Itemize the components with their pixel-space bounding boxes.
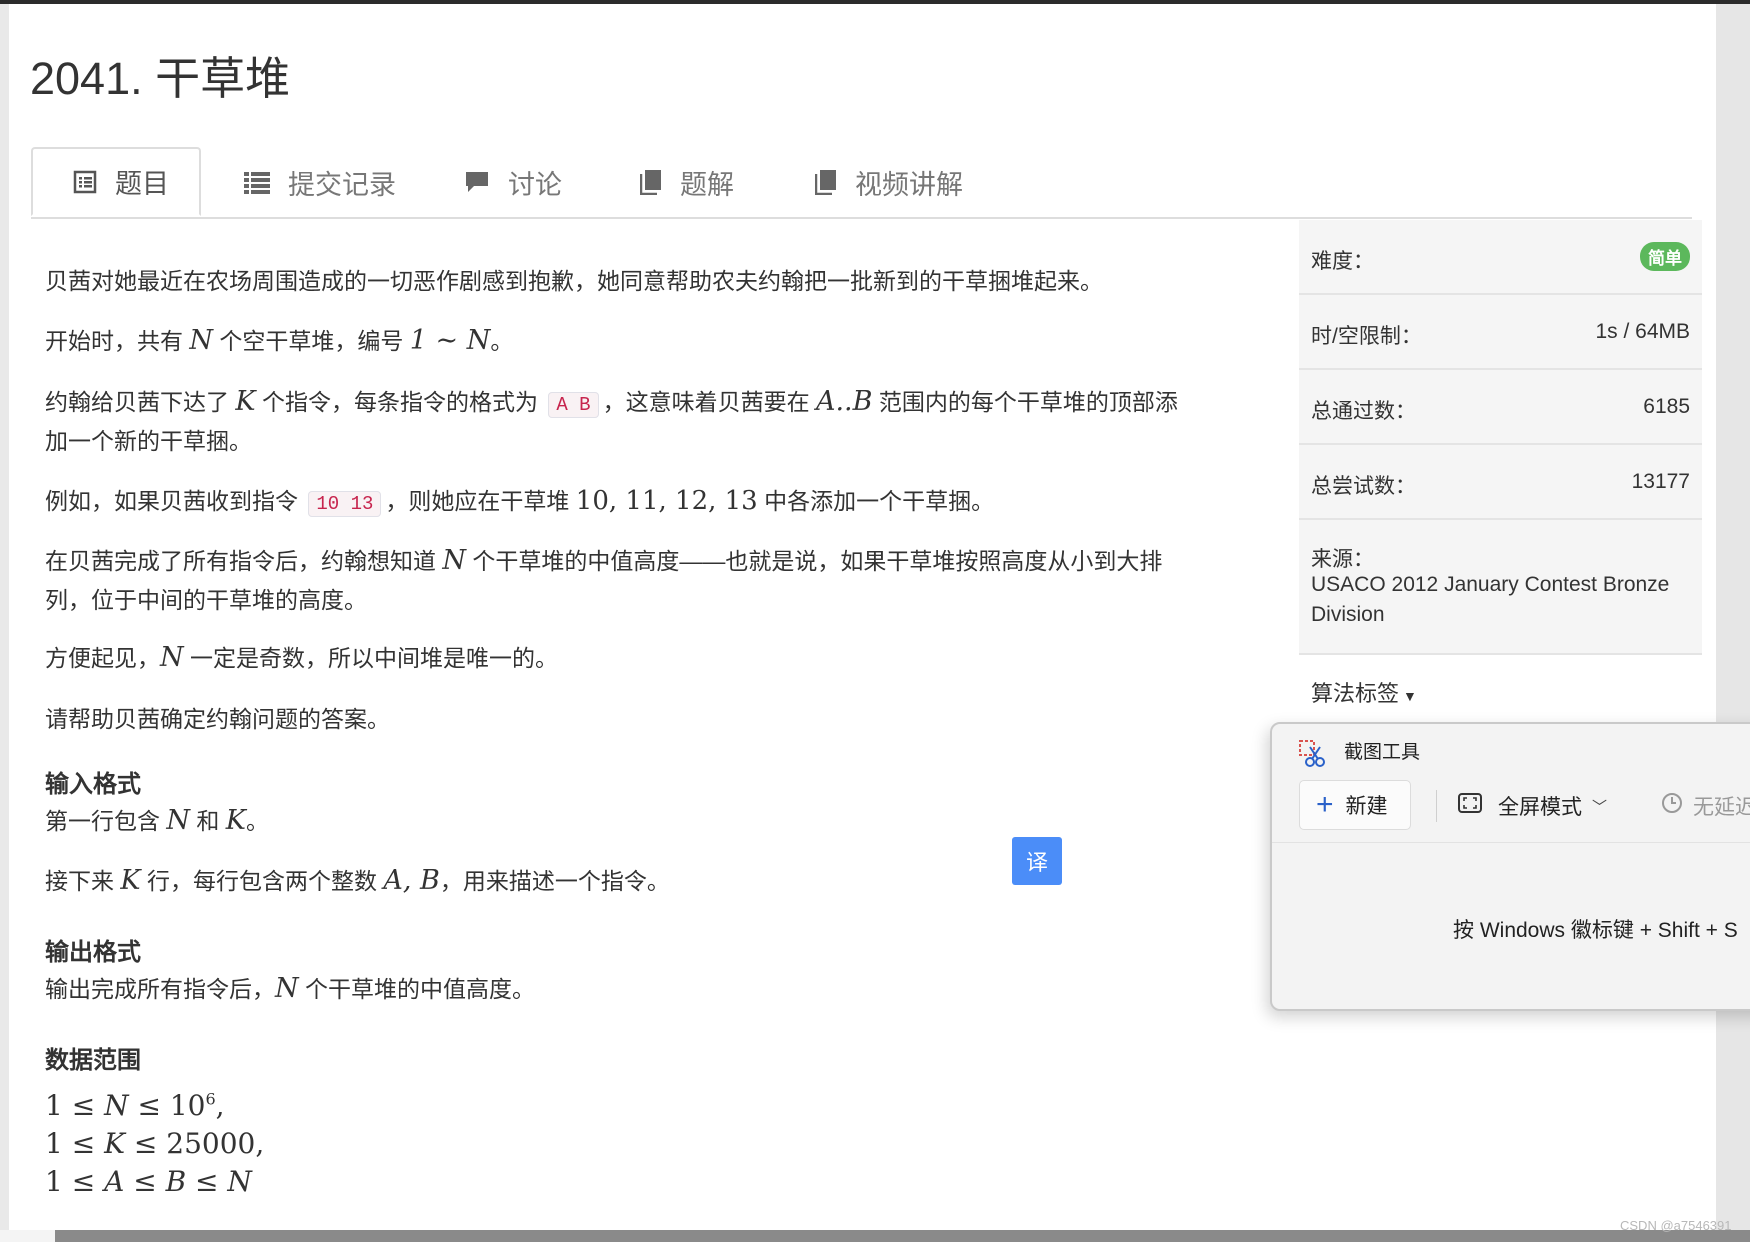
new-snip-label: 新建: [1345, 795, 1388, 818]
snip-mode-dropdown[interactable]: 全屏模式 ﹀: [1458, 790, 1607, 822]
limit-row: 时/空限制： 1s / 64MB: [1299, 295, 1702, 370]
math-k: K: [225, 805, 246, 836]
toolbar-separator: [1436, 790, 1437, 822]
difficulty-label: 难度：: [1311, 250, 1374, 273]
snip-delay-dropdown[interactable]: 无延迟: [1661, 790, 1750, 822]
list-alt-icon: [73, 170, 97, 194]
math-k: K: [235, 386, 256, 417]
paragraph-odd: 方便起见，N 一定是奇数，所以中间堆是唯一的。: [45, 642, 559, 673]
input-line-1: 第一行包含 N 和 K。: [45, 805, 269, 836]
list-icon: [244, 170, 270, 194]
accepted-row: 总通过数： 6185: [1299, 370, 1702, 445]
horizontal-scrollbar[interactable]: [0, 1230, 1750, 1242]
fullscreen-icon: [1458, 793, 1482, 819]
chevron-down-icon: ﹀: [1592, 798, 1608, 816]
limit-value: 1s / 64MB: [1595, 320, 1690, 343]
math-a-comma-b: A, B: [383, 865, 440, 896]
paragraph-example: 例如，如果贝茜收到指令 10 13 ，则她应在干草堆 10, 11, 12, 13…: [45, 486, 995, 517]
input-format-heading: 输入格式: [45, 771, 141, 798]
math-n: N: [442, 545, 467, 576]
difficulty-row: 难度： 简单: [1299, 220, 1702, 295]
paragraph-median-line2: 列，位于中间的干草堆的高度。: [45, 587, 367, 613]
limit-label: 时/空限制：: [1311, 325, 1422, 348]
math-k: K: [120, 865, 141, 896]
snipping-tool-hint: 按 Windows 徽标键 + Shift + S: [1453, 919, 1738, 942]
accepted-value: 6185: [1643, 395, 1690, 418]
tab-solutions[interactable]: 题解: [640, 147, 734, 217]
attempts-row: 总尝试数： 13177: [1299, 445, 1702, 520]
book-icon: [815, 169, 837, 195]
input-line-2: 接下来 K 行，每行包含两个整数 A, B，用来描述一个指令。: [45, 865, 670, 896]
math-n: N: [275, 973, 299, 1004]
tab-bar: 题目 提交记录 讨论 题解 视频讲解: [31, 147, 1692, 219]
comment-icon: [464, 170, 490, 194]
tab-submissions-label: 提交记录: [288, 169, 396, 200]
snipping-tool-title: 截图工具: [1344, 742, 1421, 763]
attempts-label: 总尝试数：: [1311, 475, 1416, 498]
math-a-b: A..B: [815, 386, 873, 417]
paragraph-instructions-line2: 加一个新的干草捆。: [45, 428, 252, 454]
source-row: 来源： USACO 2012 January Contest Bronze Di…: [1299, 520, 1702, 655]
difficulty-badge: 简单: [1640, 242, 1690, 271]
clock-icon: [1661, 792, 1683, 820]
translate-button[interactable]: 译: [1012, 837, 1062, 885]
tab-problem[interactable]: 题目: [31, 147, 201, 216]
watermark: CSDN @a7546391: [1620, 1218, 1732, 1233]
tab-solutions-label: 题解: [680, 169, 734, 200]
paragraph-intro: 贝茜对她最近在农场周围造成的一切恶作剧感到抱歉，她同意帮助农夫约翰把一批新到的干…: [45, 268, 1103, 294]
snipping-tool-titlebar: 截图工具: [1272, 724, 1750, 784]
output-line-1: 输出完成所有指令后，N 个干草堆的中值高度。: [45, 973, 536, 1004]
constraint-n: 1 ≤ N ≤ 106,: [45, 1089, 225, 1122]
algorithm-tags-dropdown[interactable]: 算法标签 ▼: [1311, 676, 1417, 708]
snip-mode-label: 全屏模式: [1498, 796, 1582, 819]
tab-problem-label: 题目: [115, 169, 169, 199]
page-title: 2041. 干草堆: [30, 53, 291, 104]
snipping-tool-window: 截图工具 + 新建 全屏模式 ﹀ 无延迟 按 Windows 徽标键 + Shi…: [1270, 722, 1750, 1011]
math-example-list: 10, 11, 12, 13: [575, 486, 758, 516]
snipping-tool-divider: [1272, 842, 1750, 843]
tab-submissions[interactable]: 提交记录: [244, 147, 396, 217]
source-line-1: USACO 2012 January Contest Bronze: [1311, 573, 1670, 596]
scrollbar-thumb[interactable]: [0, 1230, 55, 1242]
tab-discussion-label: 讨论: [508, 169, 562, 200]
math-n: N: [189, 325, 214, 356]
paragraph-help: 请帮助贝茜确定约翰问题的答案。: [45, 706, 390, 732]
tab-video-label: 视频讲解: [855, 169, 963, 200]
accepted-label: 总通过数：: [1311, 400, 1416, 423]
paragraph-median: 在贝茜完成了所有指令后，约翰想知道 N 个干草堆的中值高度——也就是说，如果干草…: [45, 545, 1163, 576]
caret-down-icon: ▼: [1403, 688, 1417, 704]
plus-icon: +: [1316, 788, 1334, 821]
tab-video[interactable]: 视频讲解: [815, 147, 963, 217]
source-label: 来源：: [1311, 548, 1374, 571]
paragraph-start: 开始时，共有 N 个空干草堆，编号 1 ∼ N。: [45, 325, 514, 356]
code-ab: A B: [548, 392, 599, 418]
source-line-2: Division: [1311, 603, 1385, 626]
code-example: 10 13: [308, 491, 382, 517]
math-range: 1 ∼ N: [409, 325, 491, 356]
new-snip-button[interactable]: + 新建: [1299, 780, 1411, 830]
snip-delay-label: 无延迟: [1693, 796, 1750, 819]
math-n: N: [160, 642, 184, 673]
constraint-a-b: 1 ≤ A ≤ B ≤ N: [45, 1165, 252, 1198]
paragraph-instructions: 约翰给贝茜下达了 K 个指令，每条指令的格式为 A B ，这意味着贝茜要在 A..…: [45, 386, 1178, 418]
page-right-gutter: [1716, 4, 1750, 1230]
constraint-k: 1 ≤ K ≤ 25000,: [45, 1127, 265, 1160]
problem-page: 2041. 干草堆 题目 提交记录 讨论 题解 视频讲解 贝茜对她最近在农场周围…: [9, 4, 1716, 1230]
tab-discussion[interactable]: 讨论: [464, 147, 562, 217]
math-n: N: [166, 805, 191, 836]
constraints-heading: 数据范围: [45, 1047, 141, 1074]
output-format-heading: 输出格式: [45, 939, 141, 966]
algorithm-tags-label: 算法标签: [1311, 681, 1400, 706]
attempts-value: 13177: [1631, 470, 1690, 493]
snipping-tool-icon: [1298, 739, 1326, 774]
book-icon: [640, 169, 662, 195]
